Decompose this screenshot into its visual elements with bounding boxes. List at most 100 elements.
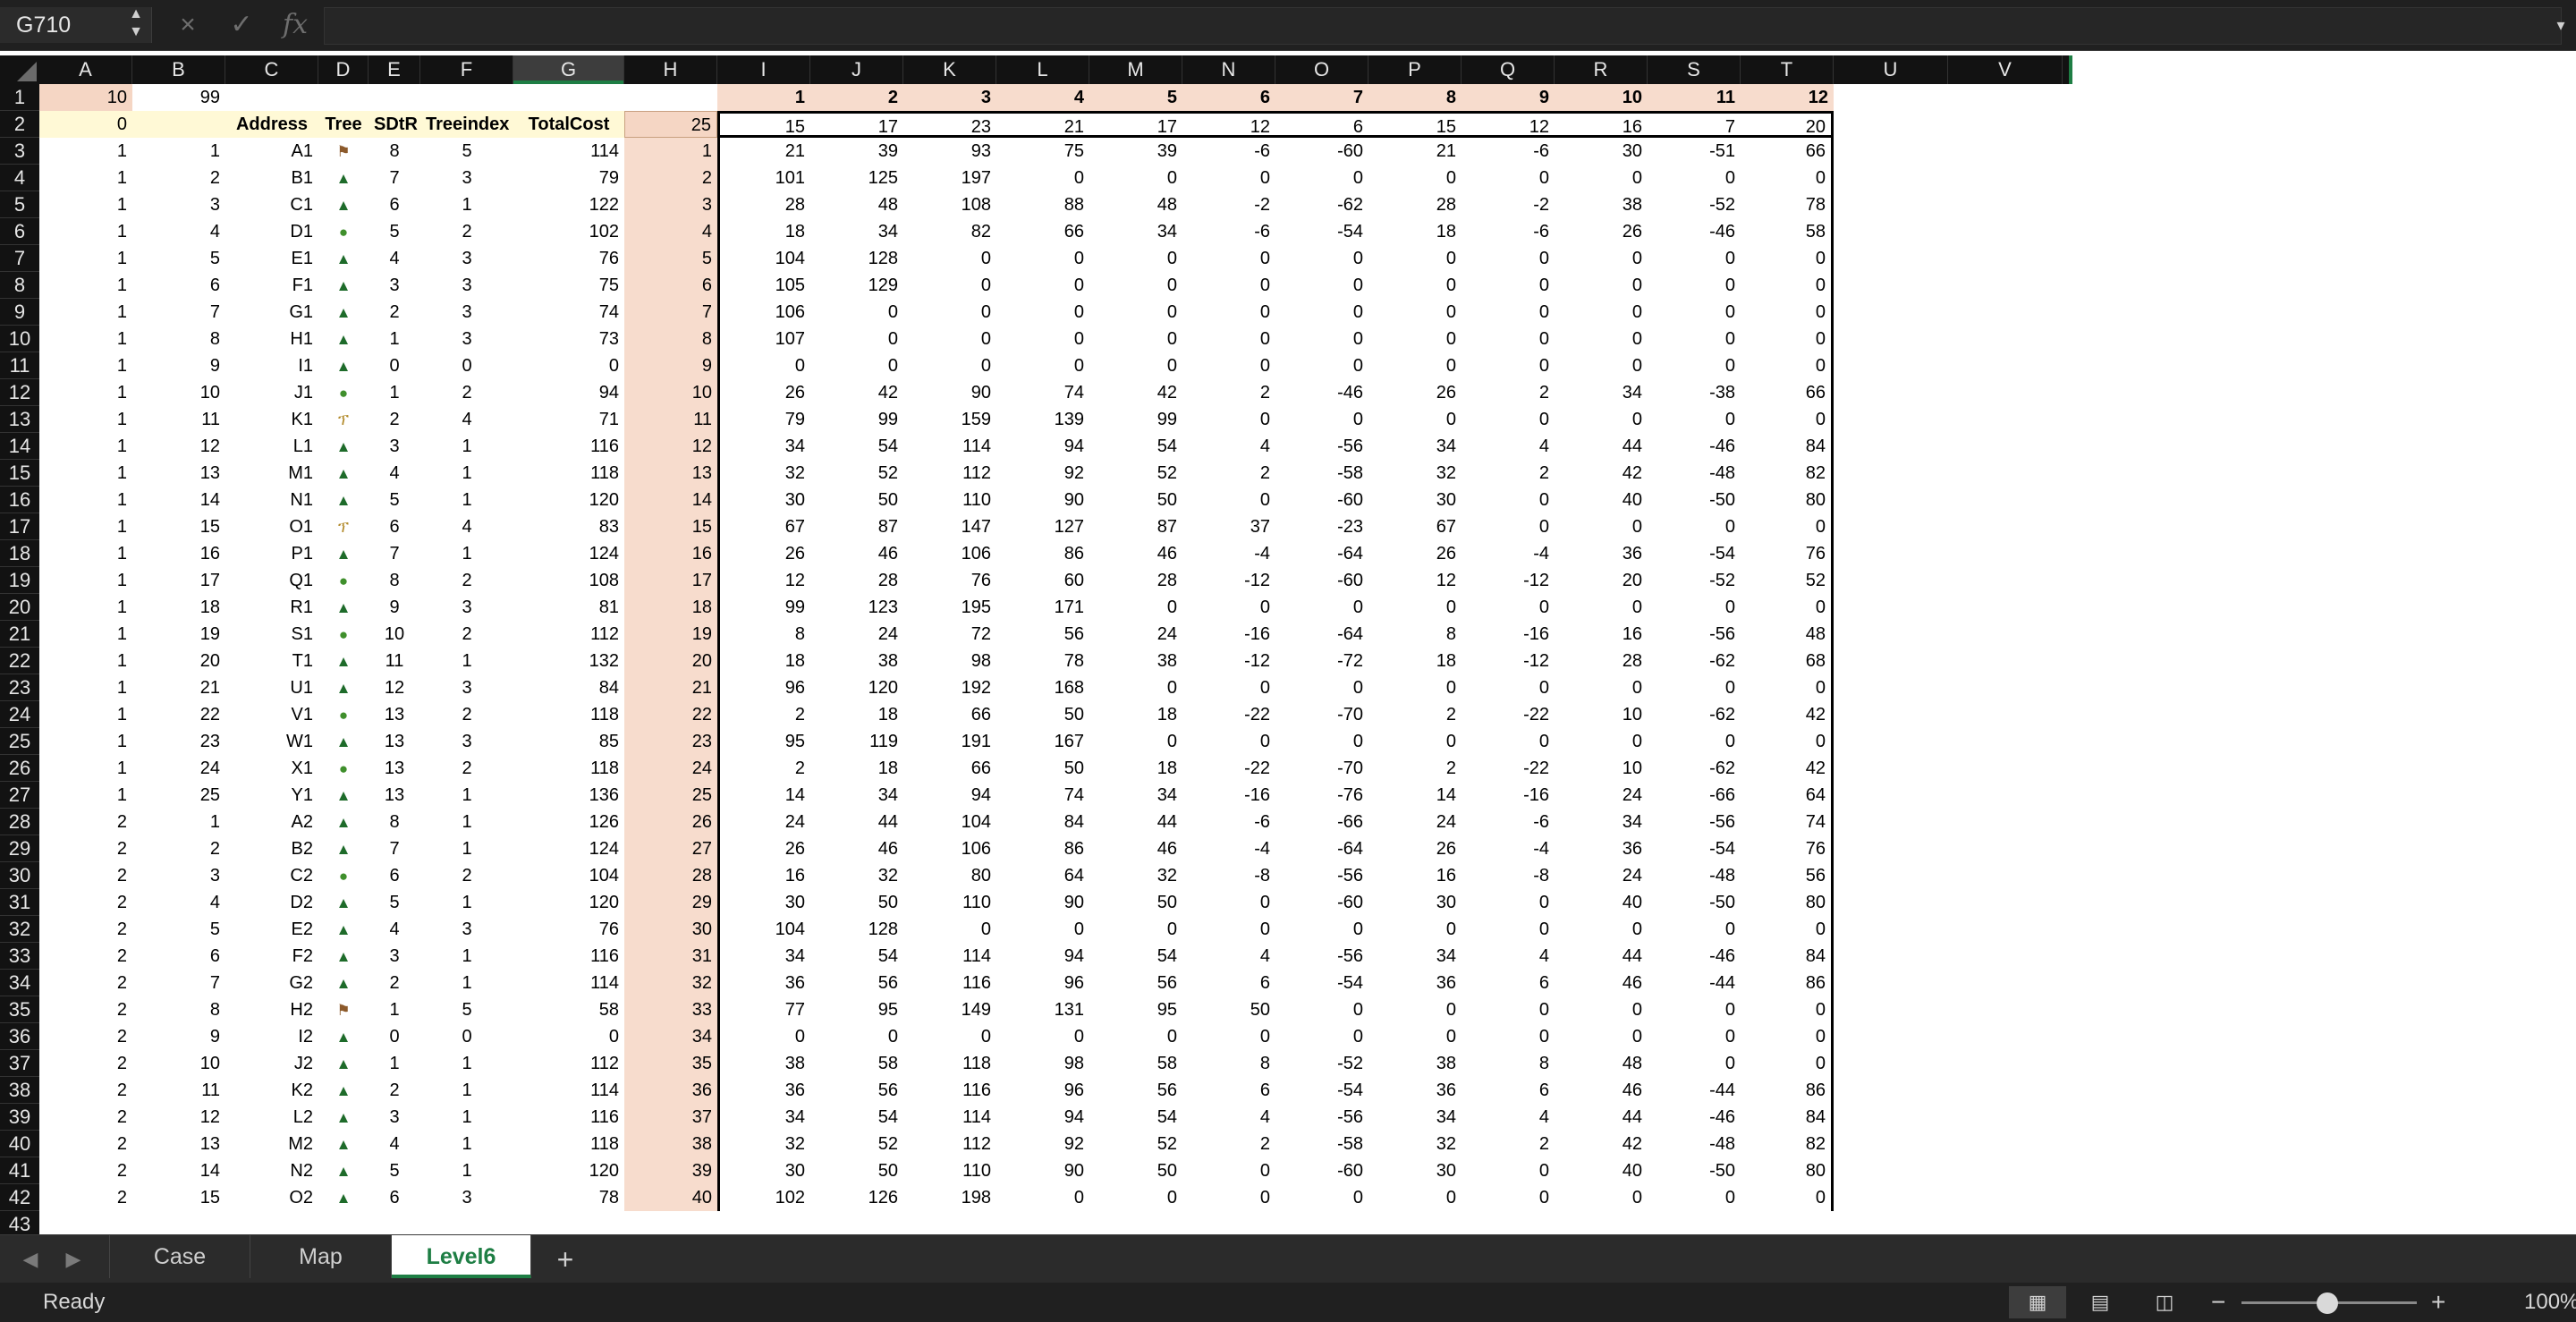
row-header[interactable]: 25 (0, 728, 39, 755)
cell-c[interactable]: G1 (225, 299, 318, 326)
cell-c[interactable]: R1 (225, 594, 318, 621)
cell-t[interactable]: 82 (1741, 460, 1834, 487)
cell-b[interactable]: 4 (132, 889, 225, 916)
cell-a[interactable]: 1 (39, 299, 132, 326)
cell-r[interactable]: 0 (1555, 245, 1648, 272)
cell-h[interactable]: 38 (624, 1131, 717, 1157)
cell-o[interactable]: 0 (1275, 299, 1368, 326)
cell-o[interactable]: 0 (1275, 165, 1368, 191)
column-header-n[interactable]: N (1182, 55, 1275, 84)
cell-d[interactable]: Tree (318, 111, 369, 138)
cell-e[interactable]: 8 (369, 567, 420, 594)
cell-g[interactable]: 118 (513, 701, 624, 728)
cell-p[interactable]: 15 (1368, 111, 1462, 138)
cell-p[interactable]: 18 (1368, 218, 1462, 245)
cell-q[interactable]: 0 (1462, 165, 1555, 191)
cell-f[interactable]: 0 (420, 1023, 513, 1050)
cell-b[interactable]: 3 (132, 862, 225, 889)
cell-n[interactable]: -22 (1182, 701, 1275, 728)
cell-o[interactable]: -60 (1275, 487, 1368, 513)
row-header[interactable]: 16 (0, 487, 39, 513)
cell-o[interactable]: -66 (1275, 809, 1368, 835)
cell-k[interactable]: 94 (903, 782, 996, 809)
cell-l[interactable]: 0 (996, 299, 1089, 326)
cell-p[interactable]: 36 (1368, 970, 1462, 996)
row-header[interactable]: 2 (0, 111, 39, 138)
cell-a[interactable]: 1 (39, 433, 132, 460)
cell-k[interactable]: 72 (903, 621, 996, 648)
cell-b[interactable]: 13 (132, 1131, 225, 1157)
cell-p[interactable]: 21 (1368, 138, 1462, 165)
cell-c[interactable]: O1 (225, 513, 318, 540)
cell-n[interactable]: 0 (1182, 1023, 1275, 1050)
cell-k[interactable]: 114 (903, 943, 996, 970)
cell-d[interactable]: ▲ (318, 648, 369, 674)
cell-d[interactable]: ▲ (318, 1104, 369, 1131)
cell-h[interactable]: 3 (624, 191, 717, 218)
cell-j[interactable]: 38 (810, 648, 903, 674)
row-header[interactable]: 17 (0, 513, 39, 540)
zoom-level[interactable]: 100% (2524, 1283, 2576, 1322)
cell-f[interactable] (420, 84, 513, 111)
cell-e[interactable]: 6 (369, 191, 420, 218)
cell-f[interactable]: 0 (420, 352, 513, 379)
cell-i[interactable]: 30 (717, 487, 810, 513)
cell-r[interactable]: 0 (1555, 594, 1648, 621)
cell-m[interactable]: 34 (1089, 782, 1182, 809)
cell-r[interactable]: 42 (1555, 460, 1648, 487)
cell-h[interactable]: 25 (624, 782, 717, 809)
cell-c[interactable]: C1 (225, 191, 318, 218)
cell-j[interactable]: 42 (810, 379, 903, 406)
tab-case[interactable]: Case (109, 1235, 250, 1278)
row-header[interactable]: 34 (0, 970, 39, 996)
cell-t[interactable]: 0 (1741, 916, 1834, 943)
cell-e[interactable]: 1 (369, 996, 420, 1023)
cell-s[interactable]: -46 (1648, 1104, 1741, 1131)
cell-i[interactable]: 34 (717, 943, 810, 970)
cell-s[interactable]: -48 (1648, 862, 1741, 889)
cell-m[interactable]: 54 (1089, 1104, 1182, 1131)
cell-i[interactable]: 32 (717, 1131, 810, 1157)
cell-r[interactable]: 24 (1555, 782, 1648, 809)
cell-d[interactable]: ⚑ (318, 138, 369, 165)
cell-q[interactable]: 4 (1462, 943, 1555, 970)
select-all-corner[interactable] (0, 55, 39, 84)
cell-e[interactable]: 7 (369, 835, 420, 862)
cell-g[interactable]: 116 (513, 1104, 624, 1131)
cell-q[interactable]: 0 (1462, 1023, 1555, 1050)
cell-n[interactable]: 6 (1182, 970, 1275, 996)
cell-b[interactable]: 22 (132, 701, 225, 728)
function-icon[interactable]: fx (277, 5, 313, 45)
cell-c[interactable]: A1 (225, 138, 318, 165)
cell-i[interactable]: 79 (717, 406, 810, 433)
column-header-s[interactable]: S (1648, 55, 1741, 84)
cell-p[interactable]: 26 (1368, 379, 1462, 406)
cell-p[interactable]: 0 (1368, 1184, 1462, 1211)
cell-h[interactable]: 14 (624, 487, 717, 513)
cell-q[interactable]: -6 (1462, 218, 1555, 245)
cell-t[interactable]: 0 (1741, 245, 1834, 272)
cell-a[interactable]: 1 (39, 513, 132, 540)
cell-n[interactable]: 0 (1182, 916, 1275, 943)
cell-a[interactable]: 1 (39, 621, 132, 648)
cell-n[interactable]: 12 (1182, 111, 1275, 138)
cell-g[interactable]: 114 (513, 970, 624, 996)
cell-g[interactable]: 112 (513, 621, 624, 648)
cell-o[interactable]: -46 (1275, 379, 1368, 406)
cell-i[interactable]: 16 (717, 862, 810, 889)
cell-d[interactable]: ● (318, 379, 369, 406)
cell-r[interactable]: 44 (1555, 943, 1648, 970)
cell-c[interactable]: H1 (225, 326, 318, 352)
cell-q[interactable]: 12 (1462, 111, 1555, 138)
cell-a[interactable]: 2 (39, 1131, 132, 1157)
cell-k[interactable]: 98 (903, 648, 996, 674)
cell-c[interactable]: D2 (225, 889, 318, 916)
cell-t[interactable]: 0 (1741, 996, 1834, 1023)
cell-f[interactable]: 3 (420, 272, 513, 299)
cell-j[interactable]: 56 (810, 970, 903, 996)
cell-s[interactable]: 0 (1648, 916, 1741, 943)
column-header-p[interactable]: P (1368, 55, 1462, 84)
cell-e[interactable]: 0 (369, 352, 420, 379)
cell-l[interactable]: 127 (996, 513, 1089, 540)
cell-j[interactable]: 126 (810, 1184, 903, 1211)
